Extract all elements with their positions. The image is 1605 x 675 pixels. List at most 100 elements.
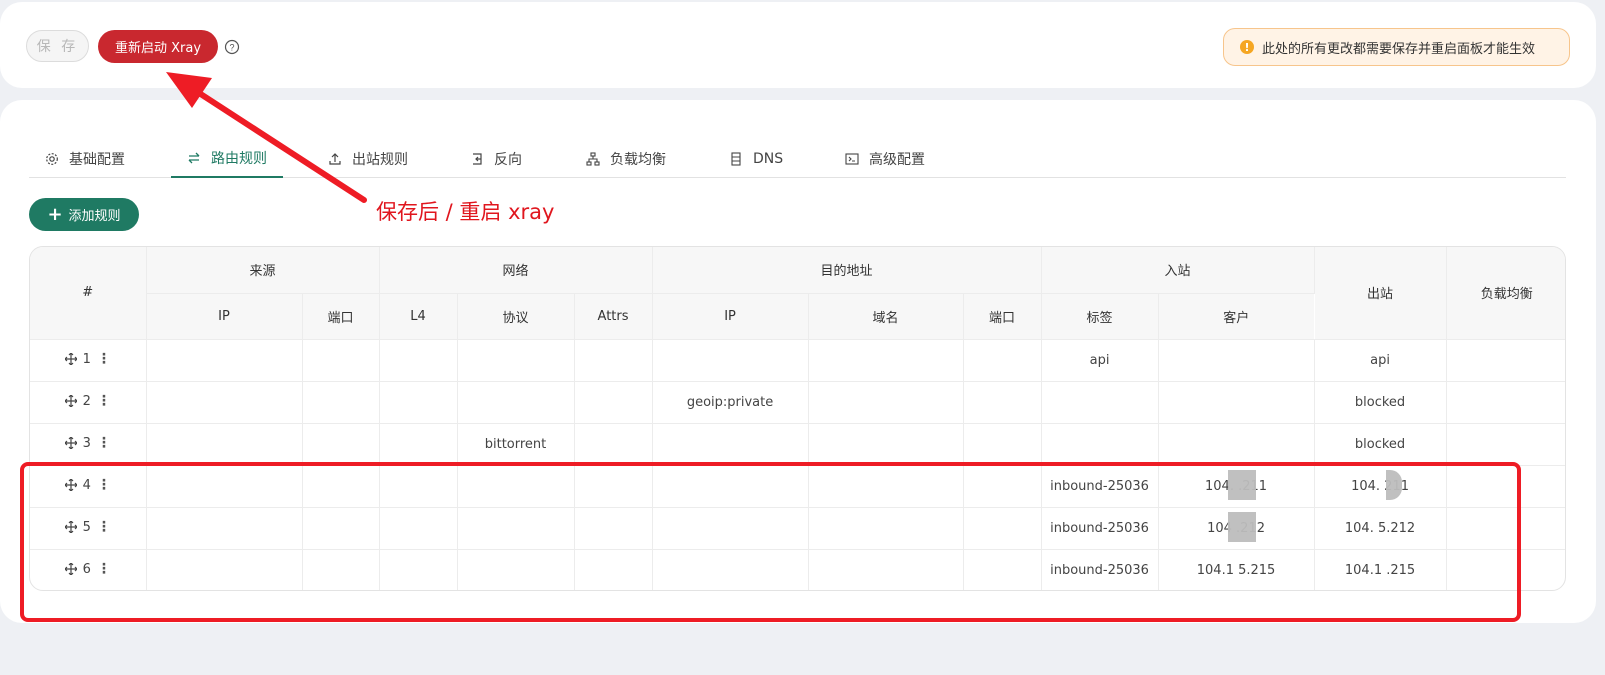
cell-dest-ip xyxy=(652,465,809,508)
tab-load-balancer[interactable]: 负载均衡 xyxy=(570,140,682,178)
row-index-cell: 5 ⋮ xyxy=(30,507,147,550)
cell-balancer xyxy=(1446,381,1565,424)
more-options-icon[interactable]: ⋮ xyxy=(97,561,111,577)
cell-domain xyxy=(808,465,964,508)
cell-client: 104.1 5.215 xyxy=(1158,549,1315,590)
tab-basic-config[interactable]: 基础配置 xyxy=(29,140,141,178)
row-index-cell: 6 ⋮ xyxy=(30,549,147,590)
cell-l4 xyxy=(379,381,458,424)
header-l4: L4 xyxy=(379,293,458,340)
row-index-cell: 1 ⋮ xyxy=(30,339,147,382)
add-rule-label: 添加规则 xyxy=(68,209,121,224)
cell-client xyxy=(1158,381,1315,424)
drag-handle-icon[interactable] xyxy=(64,353,77,365)
cell-balancer xyxy=(1446,339,1565,382)
gear-icon xyxy=(46,153,58,165)
header-inbound: 入站 xyxy=(1041,247,1315,294)
header-source-port: 端口 xyxy=(302,293,380,340)
cell-tag: inbound-25036 xyxy=(1041,507,1159,550)
drag-handle-icon[interactable] xyxy=(64,395,77,407)
cell-source-ip xyxy=(146,381,303,424)
cell-tag: api xyxy=(1041,339,1159,382)
cell-domain xyxy=(808,339,964,382)
row-index: 4 xyxy=(82,477,91,493)
table-row[interactable]: 5 ⋮ inbound-25036 104 .212 104. 5.212 xyxy=(30,507,1565,550)
cell-dest-ip xyxy=(652,549,809,590)
drag-handle-icon[interactable] xyxy=(64,521,77,533)
cell-balancer xyxy=(1446,465,1565,508)
cell-outbound: 104. 5.212 xyxy=(1314,507,1447,550)
cell-dest-ip xyxy=(652,423,809,466)
table-row[interactable]: 3 ⋮ bittorrent blocked xyxy=(30,423,1565,466)
more-options-icon[interactable]: ⋮ xyxy=(97,393,111,409)
cell-domain xyxy=(808,549,964,590)
cell-attrs xyxy=(574,465,653,508)
tab-dns[interactable]: DNS xyxy=(713,140,799,178)
warning-icon: ! xyxy=(1240,40,1254,54)
cell-protocol xyxy=(457,339,575,382)
cell-dest-port xyxy=(963,423,1042,466)
restart-xray-button[interactable]: 重新启动 Xray xyxy=(98,30,218,63)
tab-routing-rules[interactable]: 路由规则 xyxy=(171,140,283,178)
cell-attrs xyxy=(574,423,653,466)
cell-domain xyxy=(808,381,964,424)
tab-label: 路由规则 xyxy=(211,151,267,167)
header-tag: 标签 xyxy=(1041,293,1159,340)
more-options-icon[interactable]: ⋮ xyxy=(97,519,111,535)
cell-tag xyxy=(1041,381,1159,424)
more-options-icon[interactable]: ⋮ xyxy=(97,477,111,493)
cell-client xyxy=(1158,423,1315,466)
add-rule-button[interactable]: + 添加规则 xyxy=(29,198,139,231)
header-source: 来源 xyxy=(146,247,380,294)
cell-l4 xyxy=(379,465,458,508)
header-domain: 域名 xyxy=(808,293,964,340)
cell-source-port xyxy=(302,549,380,590)
cell-client: 104. .211 xyxy=(1158,465,1315,508)
cell-dest-port xyxy=(963,549,1042,590)
header-source-ip: IP xyxy=(146,293,303,340)
more-options-icon[interactable]: ⋮ xyxy=(97,435,111,451)
cell-source-ip xyxy=(146,549,303,590)
row-index-cell: 4 ⋮ xyxy=(30,465,147,508)
cell-source-ip xyxy=(146,507,303,550)
cell-outbound: blocked xyxy=(1314,423,1447,466)
cell-attrs xyxy=(574,549,653,590)
reverse-icon xyxy=(473,153,482,165)
cell-attrs xyxy=(574,507,653,550)
toolbar-card: 保 存 重新启动 Xray ? ! 此处的所有更改都需要保存并重启面板才能生效 xyxy=(0,2,1596,88)
cell-dest-port xyxy=(963,339,1042,382)
tab-outbound-rules[interactable]: 出站规则 xyxy=(312,140,424,178)
tab-label: 高级配置 xyxy=(869,152,925,168)
more-options-icon[interactable]: ⋮ xyxy=(97,351,111,367)
cell-l4 xyxy=(379,339,458,382)
row-index: 1 xyxy=(82,351,91,367)
header-client: 客户 xyxy=(1158,293,1315,340)
table-row[interactable]: 2 ⋮ geoip:private blocked xyxy=(30,381,1565,424)
upload-icon xyxy=(329,153,341,165)
cell-balancer xyxy=(1446,423,1565,466)
drag-handle-icon[interactable] xyxy=(64,563,77,576)
plus-icon: + xyxy=(47,203,63,225)
cell-source-ip xyxy=(146,465,303,508)
table-row[interactable]: 1 ⋮ api api xyxy=(30,339,1565,382)
header-balancer: 负载均衡 xyxy=(1446,247,1565,340)
save-button[interactable]: 保 存 xyxy=(26,30,89,62)
cell-dest-ip xyxy=(652,507,809,550)
cell-client: 104 .212 xyxy=(1158,507,1315,550)
cell-domain xyxy=(808,507,964,550)
table-row[interactable]: 6 ⋮ inbound-25036 104.1 5.215 104.1 .215 xyxy=(30,549,1565,590)
cell-tag: inbound-25036 xyxy=(1041,549,1159,590)
tab-reverse[interactable]: 反向 xyxy=(454,140,538,178)
row-index: 2 xyxy=(82,393,91,409)
drag-handle-icon[interactable] xyxy=(64,437,77,449)
cell-protocol xyxy=(457,465,575,508)
tab-advanced-config[interactable]: 高级配置 xyxy=(829,140,941,178)
help-icon[interactable]: ? xyxy=(224,39,240,55)
table-row[interactable]: 4 ⋮ inbound-25036 104. .211 104. 211 xyxy=(30,465,1565,508)
row-index-cell: 2 ⋮ xyxy=(30,381,147,424)
cell-balancer xyxy=(1446,507,1565,550)
cell-l4 xyxy=(379,423,458,466)
cell-source-ip xyxy=(146,339,303,382)
routing-rules-table: # 来源 网络 目的地址 入站 出站 负载均衡 IP 端口 L4 协议 Attr… xyxy=(29,246,1566,591)
drag-handle-icon[interactable] xyxy=(64,479,77,491)
